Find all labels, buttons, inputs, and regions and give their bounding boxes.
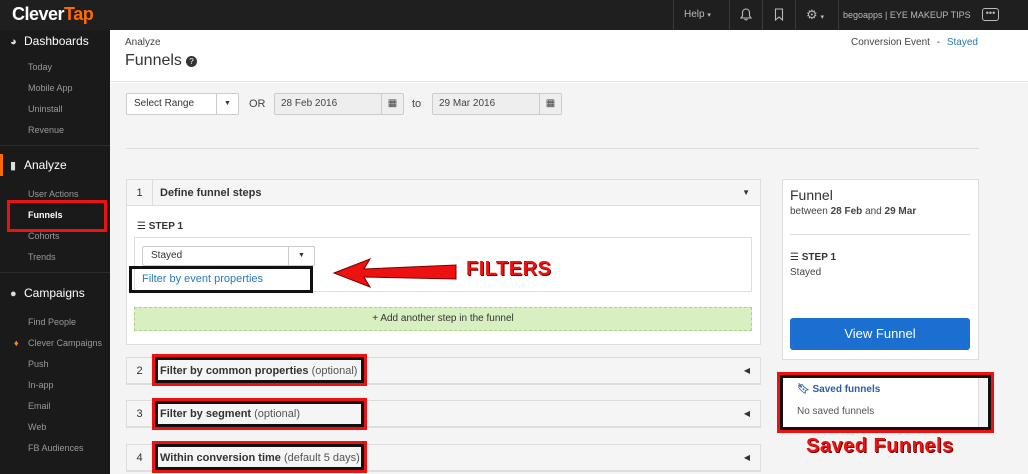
- page-header: Analyze Funnels? Conversion Event - Stay…: [110, 30, 1028, 82]
- sidebar-item-clever-campaigns[interactable]: ♦ Clever Campaigns: [14, 338, 102, 348]
- sidebar-item-today[interactable]: Today: [28, 62, 52, 72]
- conversion-event-link[interactable]: Stayed: [947, 37, 978, 48]
- to-date-input[interactable]: 29 Mar 2016 ▦: [432, 93, 562, 115]
- red-arrow-annotation: [332, 258, 457, 288]
- list-icon: ☰: [790, 252, 799, 263]
- caret-left-icon[interactable]: ◀: [744, 358, 750, 384]
- top-bar: CleverTap Help ▾ ⚙ ▾ begoapps | EYE MAKE…: [0, 0, 1028, 30]
- add-step-button[interactable]: + Add another step in the funnel: [134, 307, 752, 331]
- sidebar-item-cohorts[interactable]: Cohorts: [28, 231, 60, 241]
- dashboard-icon: ◕: [10, 36, 17, 48]
- panel-header[interactable]: 1 Define funnel steps ▼: [127, 180, 760, 206]
- sidebar-item-fb-audiences[interactable]: FB Audiences: [28, 443, 84, 453]
- event-select[interactable]: Stayed ▼: [142, 246, 315, 266]
- account-name[interactable]: begoapps | EYE MAKEUP TIPS: [843, 0, 971, 30]
- sidebar-item-in-app[interactable]: In-app: [28, 380, 54, 390]
- breadcrumb[interactable]: Analyze: [125, 37, 161, 48]
- calendar-icon[interactable]: ▦: [381, 94, 403, 114]
- sidebar-item-web[interactable]: Web: [28, 422, 46, 432]
- select-range-dropdown[interactable]: Select Range ▼: [126, 93, 239, 115]
- funnel-step-label: ☰ STEP 1: [790, 252, 837, 263]
- list-icon: ☰: [137, 221, 146, 232]
- more-icon[interactable]: •••: [982, 0, 999, 30]
- caret-down-icon: ▼: [288, 247, 314, 265]
- bell-icon[interactable]: [739, 0, 753, 30]
- gear-icon[interactable]: ⚙ ▾: [806, 0, 824, 30]
- clevertap-logo[interactable]: CleverTap: [12, 4, 94, 25]
- saved-funnels-annotation: Saved Funnels: [806, 435, 954, 457]
- sidebar-item-trends[interactable]: Trends: [28, 252, 56, 262]
- sidebar-item-email[interactable]: Email: [28, 401, 51, 411]
- bookmark-icon[interactable]: [774, 0, 784, 30]
- chat-icon: ●: [10, 288, 17, 300]
- sidebar-item-push[interactable]: Push: [28, 359, 49, 369]
- caret-down-icon: ▼: [216, 94, 238, 114]
- funnel-date-range: between 28 Feb and 29 Mar: [790, 206, 917, 217]
- from-date-input[interactable]: 28 Feb 2016 ▦: [274, 93, 404, 115]
- sidebar-campaigns[interactable]: ● Campaigns: [0, 282, 110, 304]
- caret-left-icon[interactable]: ◀: [744, 445, 750, 471]
- step-label: ☰ STEP 1: [137, 221, 184, 232]
- bar-chart-icon: ▮: [10, 160, 17, 172]
- calendar-icon[interactable]: ▦: [539, 94, 561, 114]
- caret-down-icon[interactable]: ▼: [742, 180, 750, 206]
- help-icon[interactable]: ?: [185, 56, 197, 67]
- filter-link-highlight: [129, 266, 313, 293]
- funnel-step-event: Stayed: [790, 267, 822, 278]
- sidebar-item-uninstall[interactable]: Uninstall: [28, 104, 63, 114]
- or-label: OR: [249, 98, 266, 110]
- conversion-event: Conversion Event - Stayed: [851, 37, 978, 48]
- sidebar: ◕ Dashboards Today Mobile App Uninstall R…: [0, 30, 110, 474]
- sidebar-item-find-people[interactable]: Find People: [28, 317, 76, 327]
- view-funnel-button[interactable]: View Funnel: [790, 318, 970, 350]
- filters-annotation: FILTERS: [466, 258, 552, 280]
- bulb-icon: ♦: [14, 338, 19, 348]
- sidebar-item-mobile-app[interactable]: Mobile App: [28, 83, 73, 93]
- help-menu[interactable]: Help ▾: [684, 0, 711, 30]
- sidebar-dashboards[interactable]: ◕ Dashboards: [0, 30, 110, 52]
- funnel-title: Funnel: [790, 187, 833, 203]
- funnels-highlight-box: [7, 200, 107, 232]
- sidebar-item-revenue[interactable]: Revenue: [28, 125, 64, 135]
- to-label: to: [412, 98, 422, 110]
- page-title: Funnels?: [125, 52, 197, 70]
- caret-left-icon[interactable]: ◀: [744, 401, 750, 427]
- sidebar-item-user-actions[interactable]: User Actions: [28, 189, 79, 199]
- sidebar-analyze[interactable]: ▮ Analyze: [0, 154, 110, 176]
